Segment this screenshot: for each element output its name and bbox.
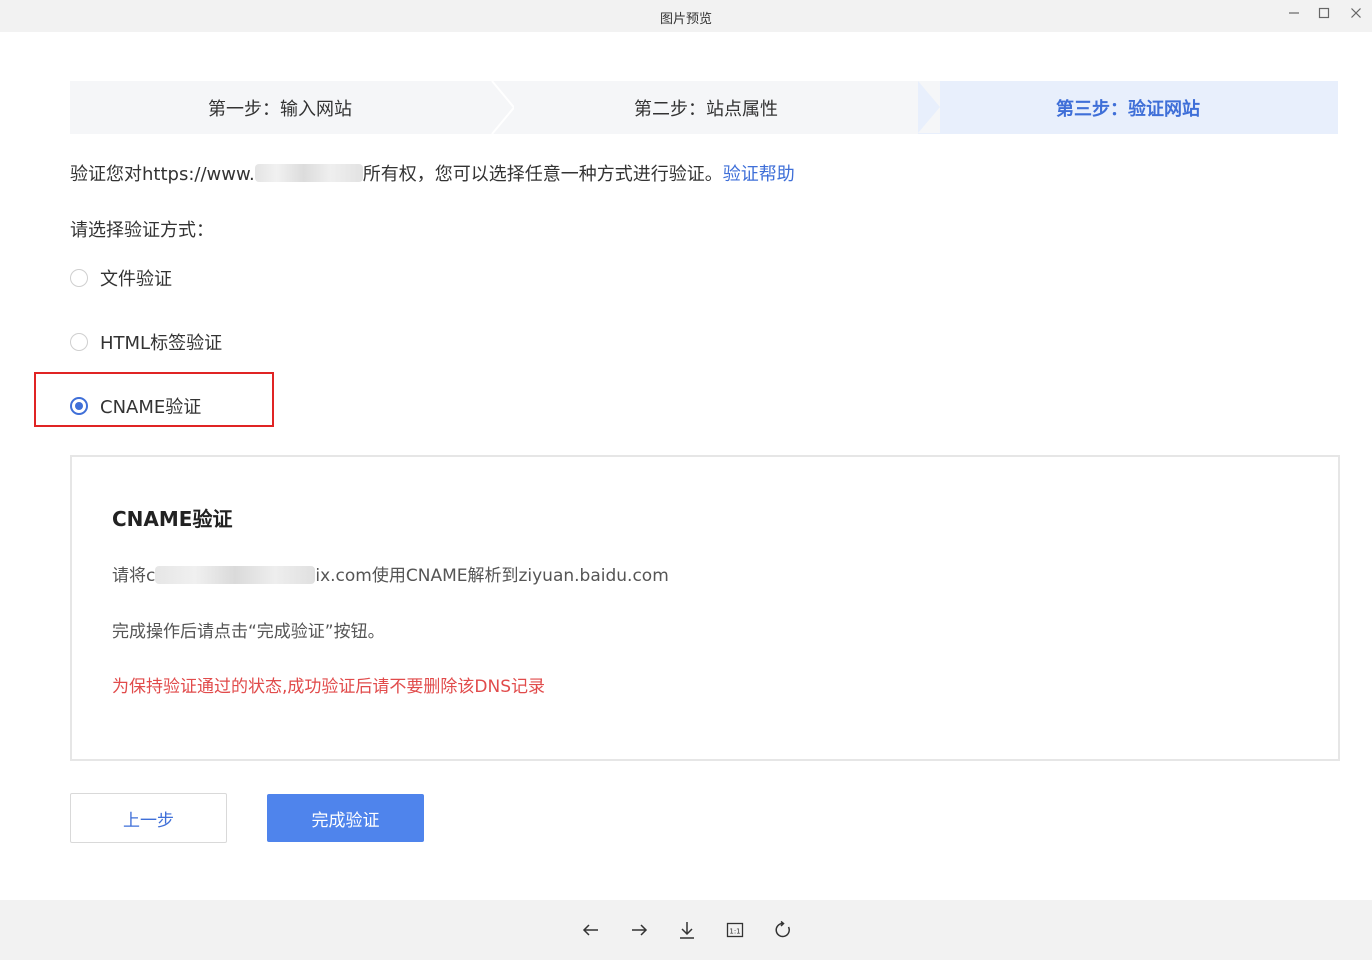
method-prompt: 请选择验证方式： — [70, 220, 214, 241]
preview-toolbar: 1:1 — [0, 900, 1372, 960]
minimize-icon[interactable] — [1283, 4, 1305, 22]
dns-warning: 为保持验证通过的状态,成功验证后请不要删除该DNS记录 — [112, 677, 546, 697]
arrow-left-icon[interactable] — [579, 918, 603, 942]
cname-instruction: 请将c ix.com使用CNAME解析到ziyuan.baidu.com — [112, 561, 669, 586]
radio-circle[interactable] — [70, 269, 88, 287]
actual-size-icon[interactable]: 1:1 — [723, 918, 747, 942]
intro-prefix: 验证您对https://www. — [70, 164, 255, 185]
verification-intro: 验证您对https://www. 所有权，您可以选择任意一种方式进行验证。验证帮助 — [70, 160, 795, 186]
svg-text:1:1: 1:1 — [729, 928, 740, 936]
rotate-icon[interactable] — [771, 918, 795, 942]
window-titlebar: 图片预览 — [0, 0, 1372, 32]
step-1: 第一步：输入网站 — [208, 98, 352, 120]
prev-step-button[interactable]: 上一步 — [70, 793, 227, 843]
panel-title: CNAME验证 — [112, 507, 233, 531]
radio-circle[interactable] — [70, 333, 88, 351]
step-progress: 第一步：输入网站 第二步：站点属性 第三步：验证网站 — [70, 81, 1338, 134]
completion-hint: 完成操作后请点击“完成验证”按钮。 — [112, 622, 385, 642]
window-title: 图片预览 — [659, 12, 712, 27]
verify-help-link[interactable]: 验证帮助 — [723, 164, 795, 185]
cname-panel: CNAME验证 请将c ix.com使用CNAME解析到ziyuan.baidu.… — [70, 455, 1340, 761]
redacted-domain — [155, 566, 316, 584]
radio-file-verify[interactable]: 文件验证 — [70, 266, 172, 290]
instruction-suffix: ix.com使用CNAME解析到ziyuan.baidu.com — [315, 566, 669, 586]
radio-html-tag-verify[interactable]: HTML标签验证 — [70, 330, 222, 354]
redacted-domain — [254, 164, 363, 182]
maximize-icon[interactable] — [1313, 4, 1335, 22]
instruction-prefix: 请将c — [112, 566, 156, 586]
step-3: 第三步：验证网站 — [1056, 98, 1200, 120]
highlight-box — [34, 372, 274, 427]
radio-label: 文件验证 — [100, 269, 172, 290]
arrow-right-icon[interactable] — [627, 918, 651, 942]
intro-suffix: 所有权，您可以选择任意一种方式进行验证。 — [362, 164, 723, 185]
complete-verification-button[interactable]: 完成验证 — [267, 794, 424, 842]
download-icon[interactable] — [675, 918, 699, 942]
step-2: 第二步：站点属性 — [634, 98, 778, 120]
close-icon[interactable] — [1345, 4, 1367, 22]
radio-label: HTML标签验证 — [100, 333, 223, 354]
